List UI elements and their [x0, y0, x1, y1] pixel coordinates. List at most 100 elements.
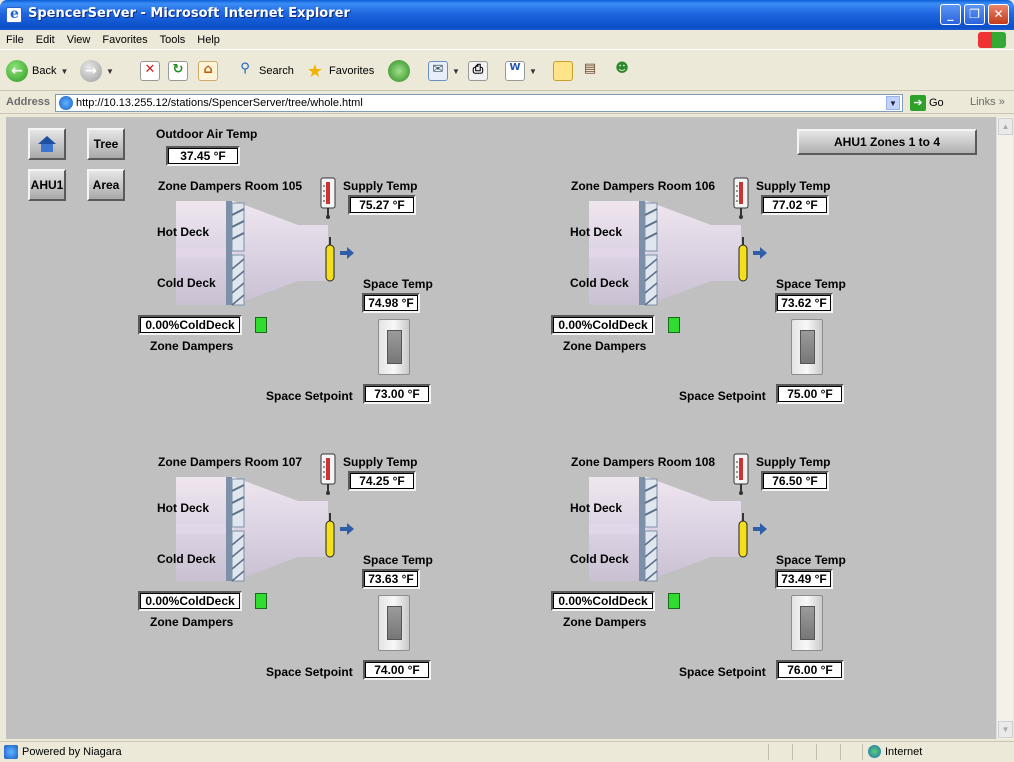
thermostat-switch[interactable]: [791, 319, 823, 375]
space-temp-value[interactable]: 74.98 °F: [362, 293, 420, 313]
home-nav-button[interactable]: [28, 128, 66, 160]
history-button[interactable]: [388, 59, 410, 83]
scroll-down-icon[interactable]: ▼: [998, 721, 1013, 738]
menu-favorites[interactable]: Favorites: [96, 30, 153, 50]
area-button[interactable]: Area: [87, 169, 125, 201]
messenger-button[interactable]: ☻: [612, 59, 632, 83]
status-text: Powered by Niagara: [22, 746, 122, 758]
airflow-arrow-icon: [340, 523, 354, 535]
go-label: Go: [929, 97, 944, 109]
thermometer-icon: [320, 453, 336, 495]
dropdown-caret-icon: ▼: [529, 66, 537, 76]
thermometer-icon: [733, 453, 749, 495]
ahu1-button[interactable]: AHU1: [28, 169, 66, 201]
space-temp-value[interactable]: 73.62 °F: [775, 293, 833, 313]
cold-deck-label: Cold Deck: [570, 552, 629, 566]
damper-frame: [226, 201, 232, 305]
page-icon: [59, 96, 73, 110]
menu-edit[interactable]: Edit: [30, 30, 61, 50]
supply-temp-value[interactable]: 76.50 °F: [761, 471, 829, 491]
ahu1-zones-button[interactable]: AHU1 Zones 1 to 4: [797, 129, 977, 155]
address-input[interactable]: http://10.13.255.12/stations/SpencerServ…: [55, 94, 903, 112]
back-button[interactable]: ← Back ▼: [6, 59, 68, 83]
zone-dampers-label: Zone Dampers: [150, 339, 234, 353]
supply-temp-label: Supply Temp: [343, 455, 418, 469]
dropdown-caret-icon: ▼: [60, 66, 69, 76]
supply-temp-value[interactable]: 75.27 °F: [348, 195, 416, 215]
space-setpoint-value[interactable]: 73.00 °F: [363, 384, 431, 404]
supply-temp-value[interactable]: 77.02 °F: [761, 195, 829, 215]
home-button[interactable]: ⌂: [198, 59, 218, 83]
space-temp-value[interactable]: 73.63 °F: [362, 569, 420, 589]
stop-button[interactable]: ✕: [140, 59, 160, 83]
refresh-button[interactable]: ↻: [168, 59, 188, 83]
thermostat-switch[interactable]: [791, 595, 823, 651]
status-separator: [840, 744, 841, 760]
vertical-scrollbar[interactable]: ▲ ▼: [996, 117, 1013, 739]
supply-temp-value[interactable]: 74.25 °F: [348, 471, 416, 491]
cold-deck-damper-blades: [231, 530, 245, 582]
outdoor-air-temp-label: Outdoor Air Temp: [156, 127, 258, 141]
damper-position-value[interactable]: 0.00%ColdDeck: [551, 315, 655, 335]
tree-button[interactable]: Tree: [87, 128, 125, 160]
hot-deck-label: Hot Deck: [157, 501, 210, 515]
hot-deck-label: Hot Deck: [570, 501, 623, 515]
links-label: Links: [970, 96, 996, 108]
cold-deck-damper-blades: [644, 254, 658, 306]
scroll-up-icon[interactable]: ▲: [998, 118, 1013, 135]
damper-frame: [639, 201, 645, 305]
toolbar: ← Back ▼ → ▼ ✕ ↻ ⌂ ⚲ Search ★ Favorites …: [0, 51, 1014, 91]
page-status-icon: [4, 745, 18, 759]
favorites-button[interactable]: ★ Favorites: [305, 59, 374, 83]
airflow-arrow-icon: [340, 247, 354, 259]
status-led-indicator: [255, 593, 267, 609]
refresh-icon: ↻: [168, 61, 188, 81]
edit-button[interactable]: W ▼: [505, 59, 537, 83]
address-bar: Address http://10.13.255.12/stations/Spe…: [0, 92, 1014, 114]
temperature-sensor-icon: [325, 513, 335, 558]
zone-title: Zone Dampers Room 106: [571, 179, 716, 193]
thermostat-switch[interactable]: [378, 319, 410, 375]
zone-panel-room-105: Zone Dampers Room 105 Supply Temp 75.27 …: [138, 175, 558, 465]
menu-file[interactable]: File: [0, 30, 30, 50]
dropdown-caret-icon: ▼: [106, 66, 114, 76]
damper-position-value[interactable]: 0.00%ColdDeck: [138, 315, 242, 335]
space-setpoint-value[interactable]: 75.00 °F: [776, 384, 844, 404]
space-temp-value[interactable]: 73.49 °F: [775, 569, 833, 589]
print-button[interactable]: ⎙: [468, 59, 488, 83]
hot-deck-damper-blades: [231, 478, 245, 528]
menu-tools[interactable]: Tools: [154, 30, 192, 50]
menu-help[interactable]: Help: [191, 30, 226, 50]
damper-position-value[interactable]: 0.00%ColdDeck: [551, 591, 655, 611]
thermostat-switch[interactable]: [378, 595, 410, 651]
go-button[interactable]: ➔ Go: [910, 95, 944, 111]
minimize-button[interactable]: _: [940, 4, 961, 25]
damper-position-value[interactable]: 0.00%ColdDeck: [138, 591, 242, 611]
hot-deck-label: Hot Deck: [570, 225, 623, 239]
menu-bar: File Edit View Favorites Tools Help: [0, 30, 1014, 50]
close-button[interactable]: ✕: [988, 4, 1009, 25]
menu-view[interactable]: View: [61, 30, 97, 50]
window-title-bar[interactable]: SpencerServer - Microsoft Internet Explo…: [0, 0, 1014, 30]
space-setpoint-value[interactable]: 74.00 °F: [363, 660, 431, 680]
switch-toggle: [800, 606, 815, 640]
address-dropdown-icon[interactable]: ▼: [886, 96, 900, 110]
security-zone: Internet: [868, 745, 922, 758]
forward-button[interactable]: → ▼: [80, 59, 114, 83]
address-url: http://10.13.255.12/stations/SpencerServ…: [76, 97, 363, 109]
outdoor-air-temp-value[interactable]: 37.45 °F: [166, 146, 240, 166]
cold-deck-damper-blades: [231, 254, 245, 306]
mail-button[interactable]: ✉ ▼: [428, 59, 460, 83]
back-label: Back: [32, 65, 57, 77]
space-temp-label: Space Temp: [776, 553, 846, 567]
maximize-button[interactable]: ❐: [964, 4, 985, 25]
research-button[interactable]: ▤: [580, 59, 600, 83]
temperature-sensor-icon: [325, 237, 335, 282]
zone-dampers-label: Zone Dampers: [563, 615, 647, 629]
search-button[interactable]: ⚲ Search: [235, 59, 294, 83]
status-led-indicator: [255, 317, 267, 333]
discuss-button[interactable]: [553, 59, 573, 83]
airflow-arrow-icon: [753, 247, 767, 259]
links-button[interactable]: Links »: [970, 96, 1005, 108]
space-setpoint-value[interactable]: 76.00 °F: [776, 660, 844, 680]
